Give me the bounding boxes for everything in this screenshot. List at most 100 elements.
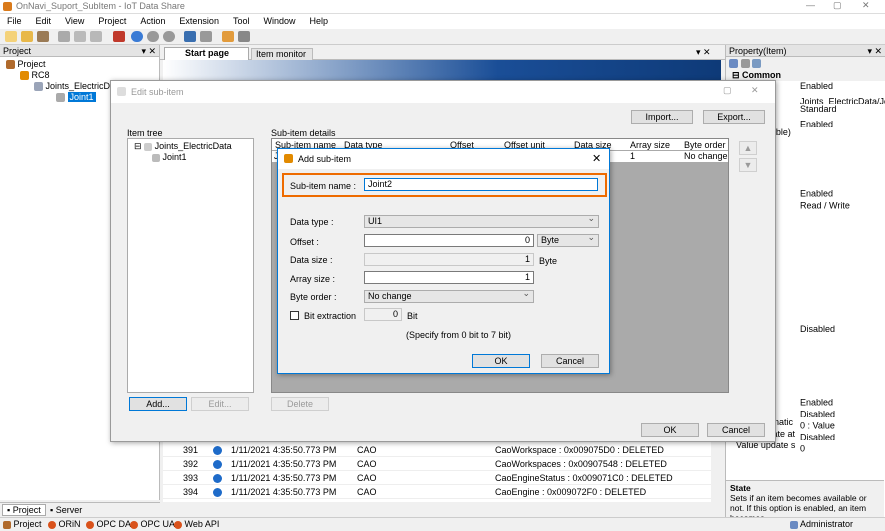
maximize-button[interactable]: ▢ bbox=[723, 85, 732, 96]
log-row[interactable]: 394 1/11/2021 4:35:50.773 PM CAO CaoEngine … bbox=[163, 485, 715, 499]
property-value: Enabled bbox=[800, 188, 834, 197]
menu-file[interactable]: File bbox=[0, 14, 29, 26]
status-opcda[interactable]: OPC DA bbox=[86, 519, 131, 529]
menu-view[interactable]: View bbox=[58, 14, 91, 26]
status-orin[interactable]: ORiN bbox=[48, 519, 81, 529]
log-message: CaoEngine : 0x009072F0 : DELETED bbox=[495, 487, 647, 497]
play-icon[interactable] bbox=[131, 31, 143, 42]
tree-item-joint1[interactable]: Joint1 bbox=[6, 92, 110, 103]
tree-item-joint1[interactable]: Joint1 bbox=[134, 152, 247, 163]
tree-item-project[interactable]: Project bbox=[6, 59, 110, 70]
menu-edit[interactable]: Edit bbox=[29, 14, 59, 26]
menu-extension[interactable]: Extension bbox=[172, 14, 226, 26]
property-value: 0 bbox=[800, 444, 806, 452]
tools-icon[interactable] bbox=[222, 31, 234, 42]
offset-input[interactable]: 0 bbox=[364, 234, 534, 247]
data-type-select[interactable]: UI1 bbox=[364, 213, 599, 228]
minimize-button[interactable]: — bbox=[806, 0, 815, 10]
save-icon[interactable] bbox=[37, 31, 49, 42]
close-button[interactable]: ✕ bbox=[751, 85, 759, 96]
close-button[interactable]: ✕ bbox=[592, 152, 601, 165]
property-row[interactable]: Value update s 0 bbox=[736, 440, 885, 452]
cut-icon[interactable] bbox=[58, 31, 70, 42]
project-icon bbox=[6, 60, 15, 70]
status-user: Administrator bbox=[790, 519, 853, 529]
menu-project[interactable]: Project bbox=[91, 14, 133, 26]
tree-label: Joint1 bbox=[162, 152, 187, 162]
add-cancel-button[interactable]: Cancel bbox=[541, 354, 599, 368]
log-time: 1/11/2021 4:35:50.773 PM bbox=[231, 487, 337, 497]
paste-icon[interactable] bbox=[90, 31, 102, 42]
log-scrollbar[interactable] bbox=[711, 442, 721, 502]
pin-icon[interactable]: ▾ ✕ bbox=[867, 46, 882, 57]
edit-button[interactable]: Edit... bbox=[191, 397, 249, 411]
log-message: CaoEngineStatus : 0x009071C0 : DELETED bbox=[495, 473, 673, 483]
column-header[interactable]: Array size bbox=[630, 140, 670, 150]
window-icon[interactable] bbox=[200, 31, 212, 42]
add-ok-button[interactable]: OK bbox=[472, 354, 530, 368]
dialog-icon bbox=[117, 87, 126, 96]
settings-icon[interactable] bbox=[238, 31, 250, 42]
pin-icon[interactable]: ▾ ✕ bbox=[141, 46, 156, 57]
tree-item-rc8[interactable]: RC8 bbox=[6, 70, 110, 81]
delete-button[interactable]: Delete bbox=[271, 397, 329, 411]
menu-help[interactable]: Help bbox=[302, 14, 335, 26]
tab-server[interactable]: ▪ Server bbox=[50, 505, 82, 515]
title-bar: OnNavi_Suport_SubItem - IoT Data Share —… bbox=[0, 0, 885, 14]
maximize-button[interactable]: ▢ bbox=[833, 0, 842, 11]
status-webapi[interactable]: Web API bbox=[174, 519, 219, 529]
toolbox-icon[interactable] bbox=[113, 31, 125, 42]
subitem-icon bbox=[152, 153, 160, 162]
log-source: CAO bbox=[357, 459, 377, 469]
log-row[interactable]: 392 1/11/2021 4:35:50.773 PM CAO CaoWorkspa… bbox=[163, 457, 715, 471]
open-icon[interactable] bbox=[21, 31, 33, 42]
item-icon bbox=[34, 82, 43, 92]
array-size-label: Array size : bbox=[290, 274, 336, 284]
offset-unit-select[interactable]: Byte bbox=[537, 232, 599, 247]
edit-ok-button[interactable]: OK bbox=[641, 423, 699, 437]
data-type-label: Data type : bbox=[290, 217, 334, 227]
log-row[interactable]: 391 1/11/2021 4:35:50.773 PM CAO CaoWorkspa… bbox=[163, 443, 715, 457]
info-icon bbox=[213, 460, 222, 469]
project-panel-header: Project ▾ ✕ bbox=[0, 45, 159, 57]
tab-project[interactable]: ▪ Project bbox=[2, 504, 46, 516]
menu-action[interactable]: Action bbox=[133, 14, 172, 26]
add-subitem-dialog: Add sub-item ✕ Sub-item name : Joint2 Da… bbox=[277, 148, 610, 374]
export-button[interactable]: Export... bbox=[703, 110, 765, 124]
menu-tool[interactable]: Tool bbox=[226, 14, 257, 26]
edit-cancel-button[interactable]: Cancel bbox=[707, 423, 765, 437]
log-row[interactable]: 393 1/11/2021 4:35:50.773 PM CAO CaoEngineS… bbox=[163, 471, 715, 485]
import-button[interactable]: Import... bbox=[631, 110, 693, 124]
new-icon[interactable] bbox=[5, 31, 17, 42]
move-up-button[interactable]: ▲ bbox=[739, 141, 757, 155]
categorized-icon[interactable] bbox=[729, 59, 738, 69]
tab-list-icon[interactable]: ▾ ✕ bbox=[696, 47, 711, 58]
menu-window[interactable]: Window bbox=[256, 14, 302, 26]
subitem-name-input[interactable]: Joint2 bbox=[364, 178, 598, 191]
pause-icon[interactable] bbox=[147, 31, 159, 42]
monitor-icon[interactable] bbox=[184, 31, 196, 42]
add-button[interactable]: Add... bbox=[129, 397, 187, 411]
array-size-input[interactable]: 1 bbox=[364, 271, 534, 284]
data-size-label: Data size : bbox=[290, 255, 333, 265]
data-size-input: 1 bbox=[364, 253, 534, 266]
close-button[interactable]: ✕ bbox=[862, 0, 870, 11]
status-opcua[interactable]: OPC UA bbox=[130, 519, 175, 529]
stop-icon[interactable] bbox=[163, 31, 175, 42]
column-header[interactable]: Byte order bbox=[684, 140, 726, 150]
property-panel-title: Property(Item) bbox=[729, 46, 787, 56]
property-value: Read / Write bbox=[800, 200, 850, 209]
property-pages-icon[interactable] bbox=[752, 59, 762, 69]
property-panel-header: Property(Item) ▾ ✕ bbox=[726, 45, 885, 57]
sort-icon[interactable] bbox=[740, 59, 750, 69]
copy-icon[interactable] bbox=[74, 31, 86, 42]
property-name: Value update s bbox=[736, 440, 796, 451]
tab-start-page[interactable]: Start page bbox=[164, 47, 249, 60]
tab-item-monitor[interactable]: Item monitor bbox=[251, 48, 313, 60]
status-project[interactable]: Project bbox=[3, 519, 42, 529]
byte-order-select[interactable]: No change bbox=[364, 288, 534, 303]
tree-item-joints[interactable]: Joints_ElectricD bbox=[6, 81, 110, 92]
bit-extraction-checkbox[interactable] bbox=[290, 311, 299, 320]
tree-item-joints[interactable]: ⊟ Joints_ElectricData bbox=[134, 141, 247, 152]
move-down-button[interactable]: ▼ bbox=[739, 158, 757, 172]
